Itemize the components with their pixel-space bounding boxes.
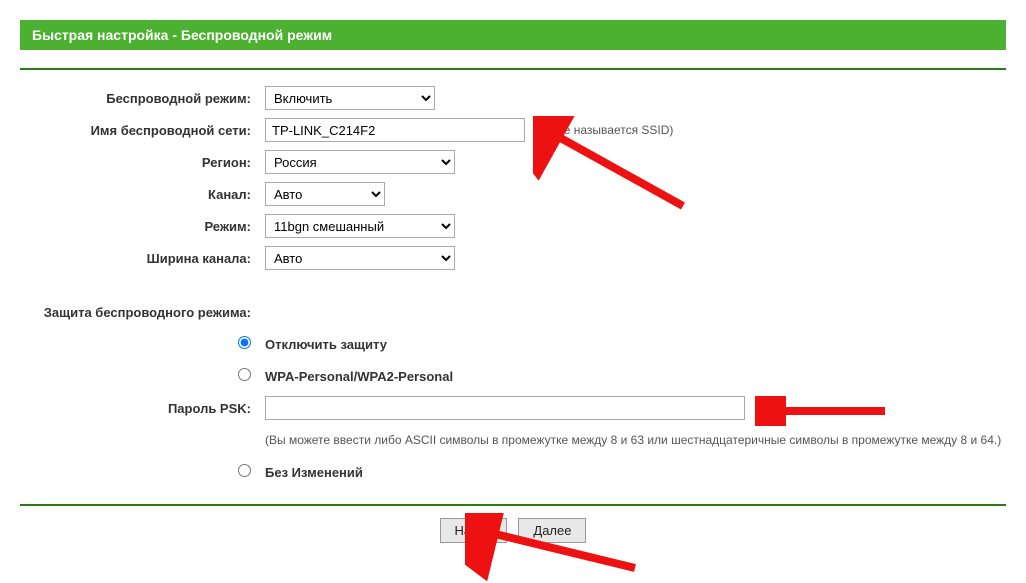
mode-select[interactable]: 11bgn смешанный [265, 214, 455, 238]
psk-hint: (Вы можете ввести либо ASCII символы в п… [265, 433, 1001, 447]
width-select[interactable]: Авто [265, 246, 455, 270]
next-button[interactable]: Далее [518, 518, 586, 543]
arrow-icon [755, 396, 895, 426]
mode-label: Режим: [20, 219, 265, 234]
security-nochange-text: Без Изменений [265, 465, 363, 480]
ssid-hint: (Также называется SSID) [533, 123, 673, 137]
region-label: Регион: [20, 155, 265, 170]
back-button[interactable]: Назад [440, 518, 507, 543]
ssid-label: Имя беспроводной сети: [20, 123, 265, 138]
ssid-input[interactable] [265, 118, 525, 142]
security-nochange-radio[interactable] [238, 464, 251, 477]
divider-top [20, 68, 1006, 70]
region-select[interactable]: Россия [265, 150, 455, 174]
channel-select[interactable]: Авто [265, 182, 385, 206]
wireless-mode-label: Беспроводной режим: [20, 91, 265, 106]
channel-label: Канал: [20, 187, 265, 202]
psk-input[interactable] [265, 396, 745, 420]
width-label: Ширина канала: [20, 251, 265, 266]
wireless-mode-select[interactable]: Включить [265, 86, 435, 110]
security-wpa-radio[interactable] [238, 368, 251, 381]
psk-label: Пароль PSK: [20, 401, 265, 416]
security-wpa-text: WPA-Personal/WPA2-Personal [265, 369, 453, 384]
page-title: Быстрая настройка - Беспроводной режим [20, 20, 1006, 50]
security-disable-radio[interactable] [238, 336, 251, 349]
divider-bottom [20, 504, 1006, 506]
security-disable-text: Отключить защиту [265, 337, 387, 352]
security-label: Защита беспроводного режима: [20, 305, 265, 320]
